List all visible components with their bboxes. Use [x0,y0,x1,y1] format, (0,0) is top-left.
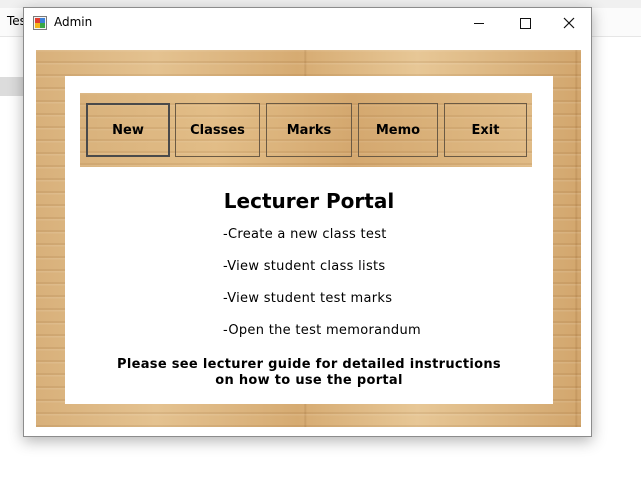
guide-note-line2: on how to use the portal [215,373,403,388]
new-button[interactable]: New [86,103,170,157]
wood-background: New Classes Marks Memo Exit Lecturer Por… [36,50,581,427]
title-bar[interactable]: Admin [24,8,591,38]
app-icon [33,16,47,30]
instruction-item: -View student test marks [223,291,393,306]
exit-button[interactable]: Exit [444,103,527,157]
minimize-button[interactable] [456,8,502,38]
background-selected-row [0,77,24,96]
instruction-item: -Open the test memorandum [223,323,421,338]
minimize-icon [474,22,484,24]
guide-note: Please see lecturer guide for detailed i… [65,357,553,389]
close-icon [563,17,575,29]
classes-button[interactable]: Classes [175,103,260,157]
instruction-item: -Create a new class test [223,227,387,242]
toolbar: New Classes Marks Memo Exit [80,93,532,167]
content-panel: New Classes Marks Memo Exit Lecturer Por… [65,76,553,404]
page-title: Lecturer Portal [223,189,395,213]
guide-note-line1: Please see lecturer guide for detailed i… [117,357,501,372]
admin-window: Admin New Classes Marks Memo Exit Lectur… [23,7,592,437]
maximize-icon [519,17,531,29]
marks-button[interactable]: Marks [266,103,352,157]
instruction-item: -View student class lists [223,259,386,274]
window-title: Admin [54,15,93,29]
memo-button[interactable]: Memo [358,103,438,157]
close-button[interactable] [546,8,592,38]
maximize-button[interactable] [502,8,548,38]
